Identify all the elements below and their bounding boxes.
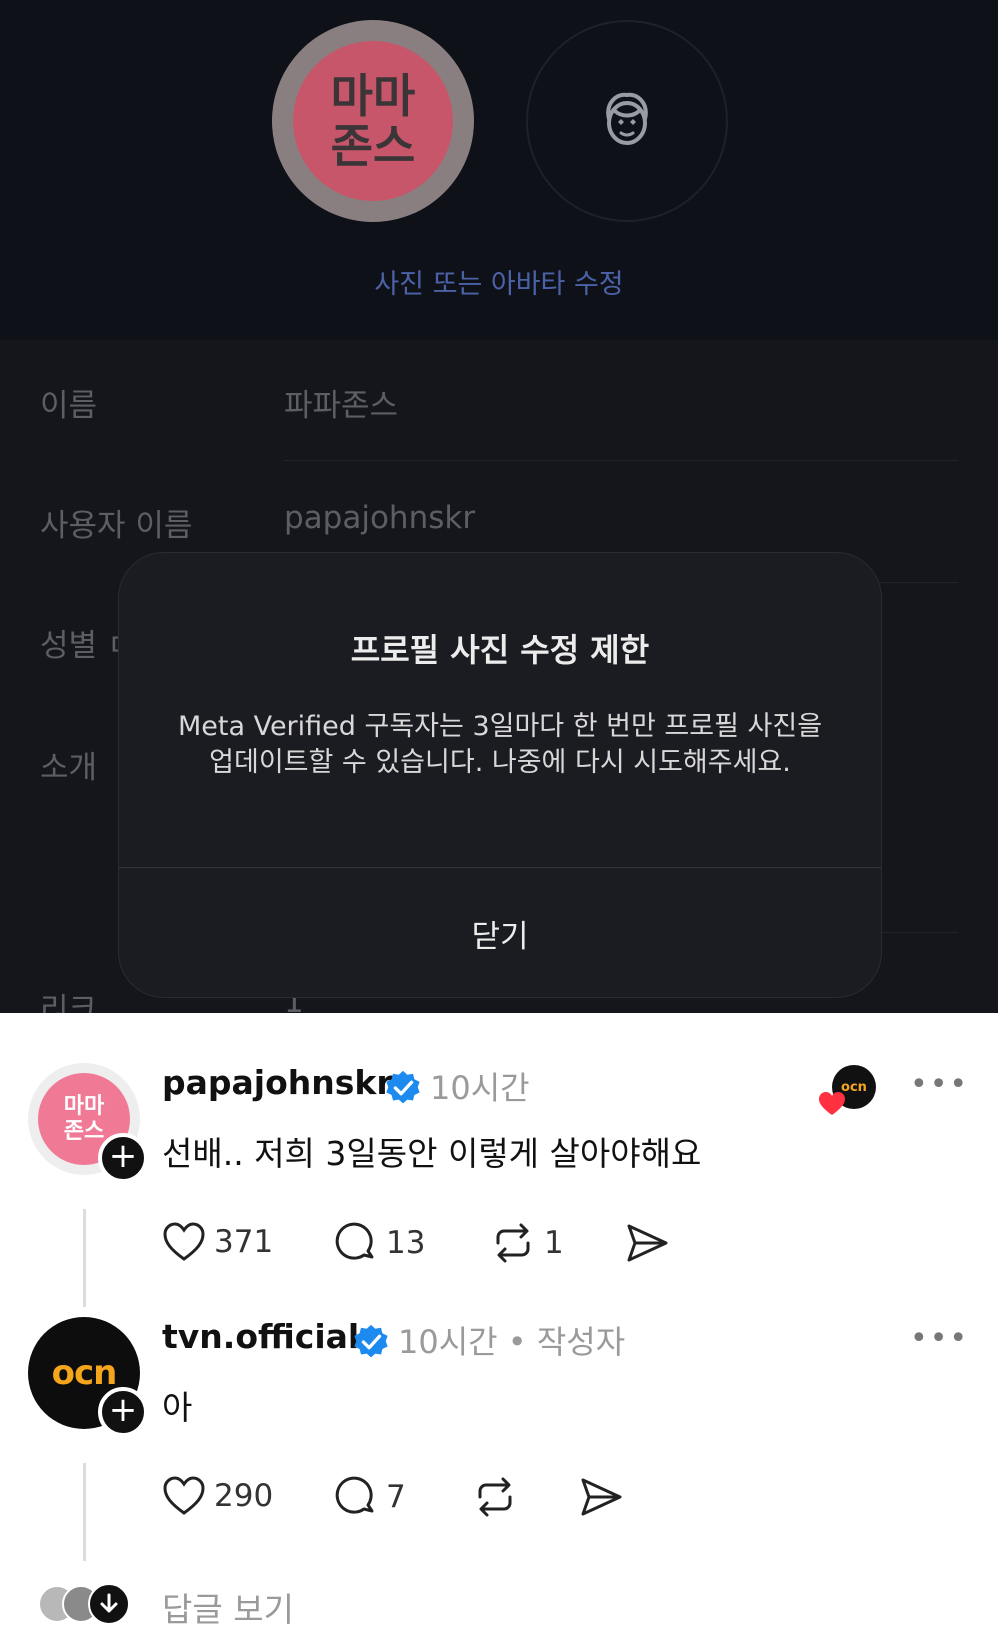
profile-editor-screenshot: 마마 존스 사진 또는 아바타 수정 이름 파파존스 사용자 이름 papajo…: [0, 0, 998, 1013]
avatar-option-button[interactable]: [526, 20, 728, 222]
post-timestamp-author: 10시간 • 작성자: [398, 1323, 626, 1361]
link-label: 리크: [40, 992, 98, 1013]
like-count: 290: [214, 1478, 274, 1514]
name-value[interactable]: 파파존스: [284, 380, 398, 425]
share-button[interactable]: [624, 1221, 670, 1265]
expand-arrow-icon: [88, 1583, 130, 1625]
repost-button[interactable]: [472, 1475, 518, 1519]
logo-line-1: 마마: [63, 1094, 105, 1119]
dialog-message: Meta Verified 구독자는 3일마다 한 번만 프로필 사진을 업데이…: [149, 709, 851, 781]
profile-picture-logo: 마마 존스: [293, 41, 453, 201]
reply-button[interactable]: 13: [334, 1221, 425, 1265]
divider: [284, 460, 958, 461]
dialog-title: 프로필 사진 수정 제한: [350, 631, 650, 669]
bio-label: 소개: [40, 750, 98, 786]
comment-icon: [335, 1222, 374, 1260]
post-timestamp: 10시간: [430, 1069, 530, 1107]
verified-badge-icon: [386, 1070, 420, 1104]
username-label: 사용자 이름: [40, 508, 193, 544]
more-options-icon[interactable]: •••: [910, 1067, 969, 1102]
thread-connector-line: [83, 1463, 86, 1561]
avatar-face-icon: [606, 92, 648, 145]
heart-icon: [163, 1476, 205, 1515]
close-button[interactable]: 닫기: [119, 868, 881, 999]
share-send-icon: [581, 1478, 622, 1516]
edit-photo-or-avatar-link[interactable]: 사진 또는 아바타 수정: [0, 262, 998, 301]
follow-plus-icon[interactable]: +: [98, 1387, 148, 1437]
restriction-dialog: 프로필 사진 수정 제한 Meta Verified 구독자는 3일마다 한 번…: [118, 552, 882, 998]
verified-badge-icon: [354, 1324, 388, 1358]
heart-icon: [163, 1222, 205, 1261]
more-options-icon[interactable]: •••: [910, 1321, 969, 1356]
comment-icon: [335, 1476, 374, 1514]
post-text: 선배.. 저희 3일동안 이렇게 살아야해요: [162, 1134, 702, 1173]
dialog-message-line-2: 업데이트할 수 있습니다. 나중에 다시 시도해주세요.: [209, 747, 791, 778]
username-value[interactable]: papajohnskr: [284, 500, 475, 536]
follow-plus-icon[interactable]: +: [98, 1133, 148, 1183]
dialog-message-line-1: Meta Verified 구독자는 3일마다 한 번만 프로필 사진을: [177, 711, 823, 742]
reply-button[interactable]: 7: [334, 1475, 406, 1519]
view-replies-link[interactable]: 답글 보기: [162, 1583, 294, 1631]
name-row[interactable]: 이름 파파존스: [0, 340, 998, 461]
like-button[interactable]: 371: [162, 1221, 273, 1263]
threads-post-view: 마마 존스 + papajohnskr 10시간 ocn ••• 선배.. 저희…: [0, 1013, 998, 1650]
ocn-logo-text: ocn: [51, 1353, 118, 1393]
repost-count: 1: [544, 1225, 564, 1261]
post-username[interactable]: papajohnskr: [162, 1063, 393, 1102]
post-text: 아: [162, 1388, 193, 1427]
like-count: 371: [214, 1224, 274, 1260]
avatar-section: 마마 존스 사진 또는 아바타 수정: [0, 0, 998, 340]
thread-connector-line: [83, 1209, 86, 1307]
logo-line-2: 존스: [63, 1119, 105, 1144]
name-label: 이름: [40, 388, 98, 424]
reply-count: 13: [386, 1225, 426, 1261]
profile-picture[interactable]: 마마 존스: [272, 20, 474, 222]
repost-button[interactable]: 1: [490, 1221, 564, 1265]
repost-icon: [496, 1223, 530, 1263]
repost-icon: [478, 1477, 512, 1517]
logo-line-2: 존스: [330, 119, 416, 173]
logo-line-1: 마마: [330, 69, 416, 123]
post-username[interactable]: tvn.official: [162, 1317, 359, 1356]
heart-filled-icon: [819, 1092, 845, 1115]
reply-count: 7: [386, 1479, 406, 1515]
like-button[interactable]: 290: [162, 1475, 273, 1517]
share-send-icon: [627, 1224, 668, 1262]
share-button[interactable]: [578, 1475, 624, 1519]
reply-avatars-stack[interactable]: [38, 1581, 138, 1627]
